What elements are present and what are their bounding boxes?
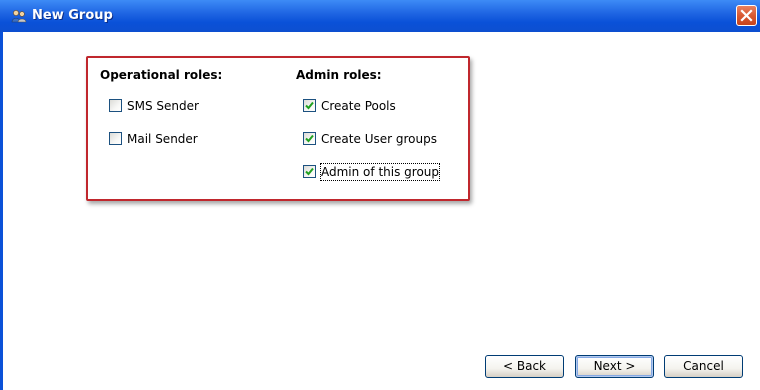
- window-title: New Group: [32, 8, 113, 23]
- operational-roles-heading: Operational roles:: [100, 68, 223, 82]
- sms-sender-label[interactable]: SMS Sender: [127, 98, 199, 114]
- new-group-dialog: New Group Operational roles: SMS Sender …: [0, 0, 760, 390]
- create-user-groups-checkbox[interactable]: [303, 132, 316, 145]
- next-button[interactable]: Next >: [575, 355, 654, 378]
- title-bar[interactable]: New Group: [0, 0, 760, 32]
- back-button[interactable]: < Back: [485, 355, 564, 378]
- admin-of-group-checkbox[interactable]: [303, 165, 316, 178]
- roles-panel: Operational roles: SMS Sender Mail Sende…: [86, 56, 470, 201]
- window-border: [0, 32, 3, 390]
- cancel-button[interactable]: Cancel: [664, 355, 743, 378]
- sms-sender-checkbox[interactable]: [109, 99, 122, 112]
- mail-sender-checkbox[interactable]: [109, 132, 122, 145]
- close-icon: [740, 9, 753, 22]
- checkmark-icon: [305, 167, 314, 176]
- mail-sender-label[interactable]: Mail Sender: [127, 131, 198, 147]
- create-pools-checkbox[interactable]: [303, 99, 316, 112]
- checkmark-icon: [305, 101, 314, 110]
- create-user-groups-label[interactable]: Create User groups: [321, 131, 437, 147]
- admin-of-group-label[interactable]: Admin of this group: [319, 163, 441, 181]
- group-icon: [11, 8, 27, 24]
- admin-roles-heading: Admin roles:: [296, 68, 382, 82]
- close-button[interactable]: [736, 5, 757, 26]
- checkmark-icon: [305, 134, 314, 143]
- create-pools-label[interactable]: Create Pools: [321, 98, 396, 114]
